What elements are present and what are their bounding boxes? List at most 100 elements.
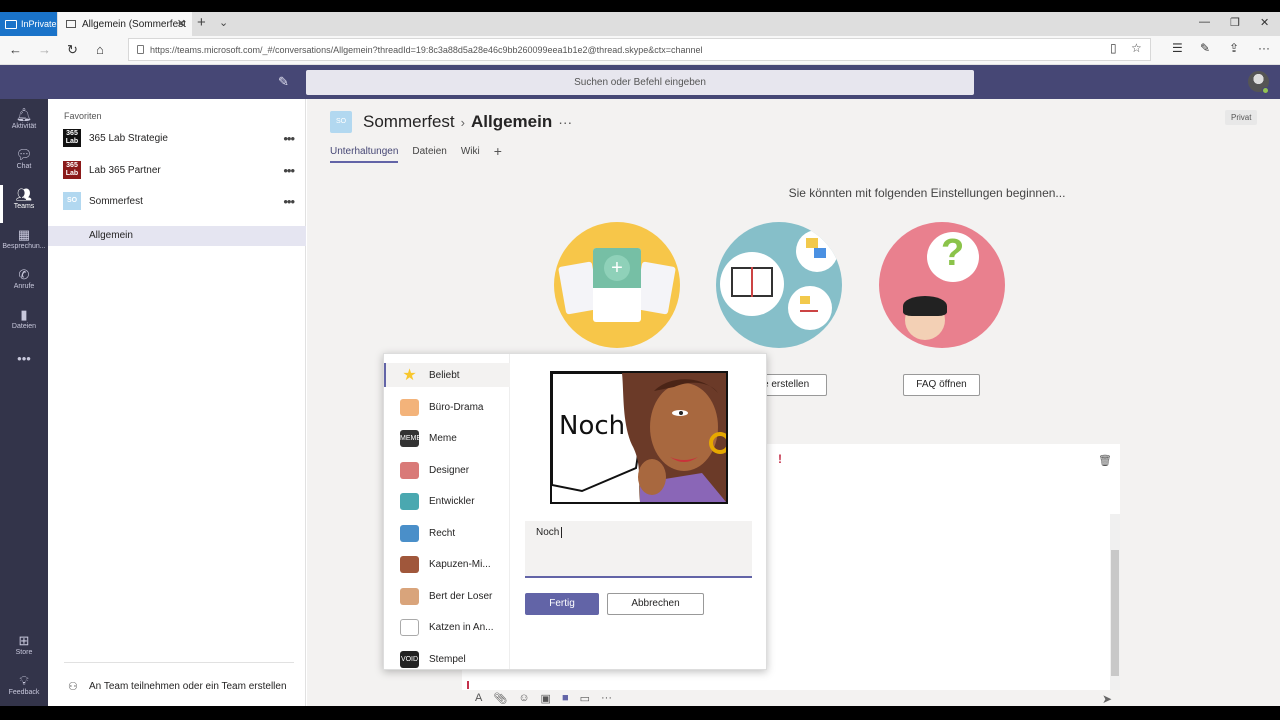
scrollbar[interactable] [1110,514,1120,690]
more-options-icon[interactable]: ••• [283,163,295,178]
new-tab-icon[interactable]: + [197,14,206,31]
favorites-list-icon[interactable]: ☰ [1172,41,1183,55]
rail-label: Teams [13,203,35,210]
browser-tab-active[interactable]: Allgemein (Sommerfest ✕ [58,12,192,36]
add-tab-icon[interactable]: + [494,143,502,163]
trash-icon[interactable]: 🗑︎ [1098,454,1112,467]
team-logo: 365 Lab [63,129,81,147]
gif-icon[interactable]: ▣ [541,692,551,705]
pen-icon[interactable]: ✎ [1200,41,1210,55]
browser-tab-strip: InPrivate Allgemein (Sommerfest ✕ + ⌄ — … [0,12,1280,36]
rail-item-activity[interactable]: 🔔︎ Aktivität [0,105,48,143]
meme-category-stempel[interactable]: VOID Stempel [384,647,510,671]
tab-wiki[interactable]: Wiki [461,146,480,163]
more-options-icon[interactable]: ••• [283,194,295,209]
back-icon[interactable]: ← [9,42,22,57]
meme-category-beliebt[interactable]: ★ Beliebt [384,363,510,387]
more-options-icon[interactable]: ••• [283,131,295,146]
rail-label: Dateien [11,323,37,330]
new-chat-icon[interactable]: ✎ [278,74,289,90]
rail-label: Besprechun... [2,243,46,250]
rail-item-meetings[interactable]: ▦ Besprechun... [0,225,48,263]
meet-now-icon[interactable]: ▭ [580,692,590,705]
team-item-lab-365-partner[interactable]: 365 Lab Lab 365 Partner ••• [48,157,306,183]
send-icon[interactable]: ➤ [1102,692,1112,706]
url-text: https://teams.microsoft.com/_#/conversat… [150,44,703,55]
office-drama-icon [400,398,419,416]
rail-label: Anrufe [13,283,35,290]
attach-icon[interactable]: 📎︎ [493,692,507,705]
inprivate-icon [5,19,17,29]
tab-files[interactable]: Dateien [412,146,446,163]
team-item-sommerfest[interactable]: SO Sommerfest ••• [48,188,306,214]
phone-icon: ✆ [18,267,30,282]
scroll-thumb[interactable] [1111,550,1119,676]
more-icon[interactable]: ··· [601,692,612,705]
notebook-illustration [716,222,842,348]
file-icon: ▮ [20,307,28,322]
faq-button[interactable]: FAQ öffnen [903,374,980,396]
home-icon[interactable]: ⌂ [96,42,104,57]
calendar-icon: ▦ [17,227,31,242]
chevron-down-icon[interactable]: ⌄ [219,16,228,29]
presence-status-icon [1262,87,1269,94]
refresh-icon[interactable]: ↻ [67,42,78,58]
favorite-star-icon[interactable]: ☆ [1131,41,1142,55]
restore-icon[interactable]: ❐ [1230,16,1240,29]
text-caret [561,527,563,538]
forward-icon[interactable]: → [38,42,51,57]
done-button[interactable]: Fertig [525,593,599,615]
rail-label: Store [15,649,33,656]
rail-item-calls[interactable]: ✆ Anrufe [0,265,48,303]
meme-picker-popup: ★ Beliebt Büro-Drama MEME Meme Designer … [383,353,767,670]
important-icon[interactable]: ! [778,452,782,466]
team-name: 365 Lab Strategie [89,132,168,144]
close-window-icon[interactable]: ✕ [1260,16,1269,29]
url-field[interactable]: https://teams.microsoft.com/_#/conversat… [128,38,1151,61]
reading-view-icon[interactable]: ▯ [1110,41,1117,55]
tab-conversations[interactable]: Unterhaltungen [330,146,399,163]
teams-header: ✎ Suchen oder Befehl eingeben [0,65,1280,99]
add-team-icon: ⚇ [68,681,78,693]
meme-category-recht[interactable]: Recht [384,521,510,545]
compose-toolbar: A 📎︎ ☺ ▣ ■ ▭ ··· [475,692,612,705]
channel-item-allgemein[interactable]: Allgemein [48,226,306,246]
rail-more-apps[interactable]: ••• [0,349,48,387]
bell-icon: 🔔︎ [15,107,33,122]
more-options-icon[interactable]: ··· [558,114,572,130]
rail-item-store[interactable]: ⊞ Store [0,631,48,669]
meme-icon: MEME [400,429,421,447]
meme-category-entwickler[interactable]: Entwickler [384,489,510,513]
rail-item-files[interactable]: ▮ Dateien [0,305,48,343]
meme-category-meme[interactable]: MEME Meme [384,426,510,450]
meme-input-value: Noch [536,527,560,539]
cancel-button[interactable]: Abbrechen [607,593,704,615]
search-input[interactable]: Suchen oder Befehl eingeben [306,70,974,95]
sticker-icon[interactable]: ■ [562,692,569,705]
close-tab-icon[interactable]: ✕ [177,17,186,30]
more-icon[interactable]: ··· [1258,41,1270,55]
meme-preview-image: Noch [550,371,728,504]
emoji-icon[interactable]: ☺ [518,692,529,705]
store-icon: ⊞ [18,633,30,648]
lock-icon [137,45,144,54]
team-title[interactable]: Sommerfest [363,112,455,132]
rail-item-feedback[interactable]: 💡︎ Feedback [0,671,48,706]
meme-category-buero-drama[interactable]: Büro-Drama [384,395,510,419]
meme-category-designer[interactable]: Designer [384,458,510,482]
meme-category-bert[interactable]: Bert der Loser [384,584,510,608]
meme-text-input[interactable]: Noch [525,521,752,578]
rail-item-chat[interactable]: 💬︎ Chat [0,145,48,183]
minimize-icon[interactable]: — [1199,16,1210,28]
channel-title: Allgemein [470,112,553,131]
meme-category-kapuzen[interactable]: Kapuzen-Mi... [384,552,510,576]
team-item-365-lab-strategie[interactable]: 365 Lab 365 Lab Strategie ••• [48,125,306,151]
format-icon[interactable]: A [475,692,482,705]
meme-category-katzen[interactable]: Katzen in An... [384,615,510,639]
chevron-right-icon: › [460,114,465,130]
rail-item-teams[interactable]: 👥︎ Teams [0,185,48,223]
meme-caption: Noch [559,411,626,441]
join-team-link[interactable]: ⚇ An Team teilnehmen oder ein Team erste… [64,662,294,702]
share-icon[interactable]: ⇪ [1229,41,1239,55]
rail-label: Chat [16,163,32,170]
